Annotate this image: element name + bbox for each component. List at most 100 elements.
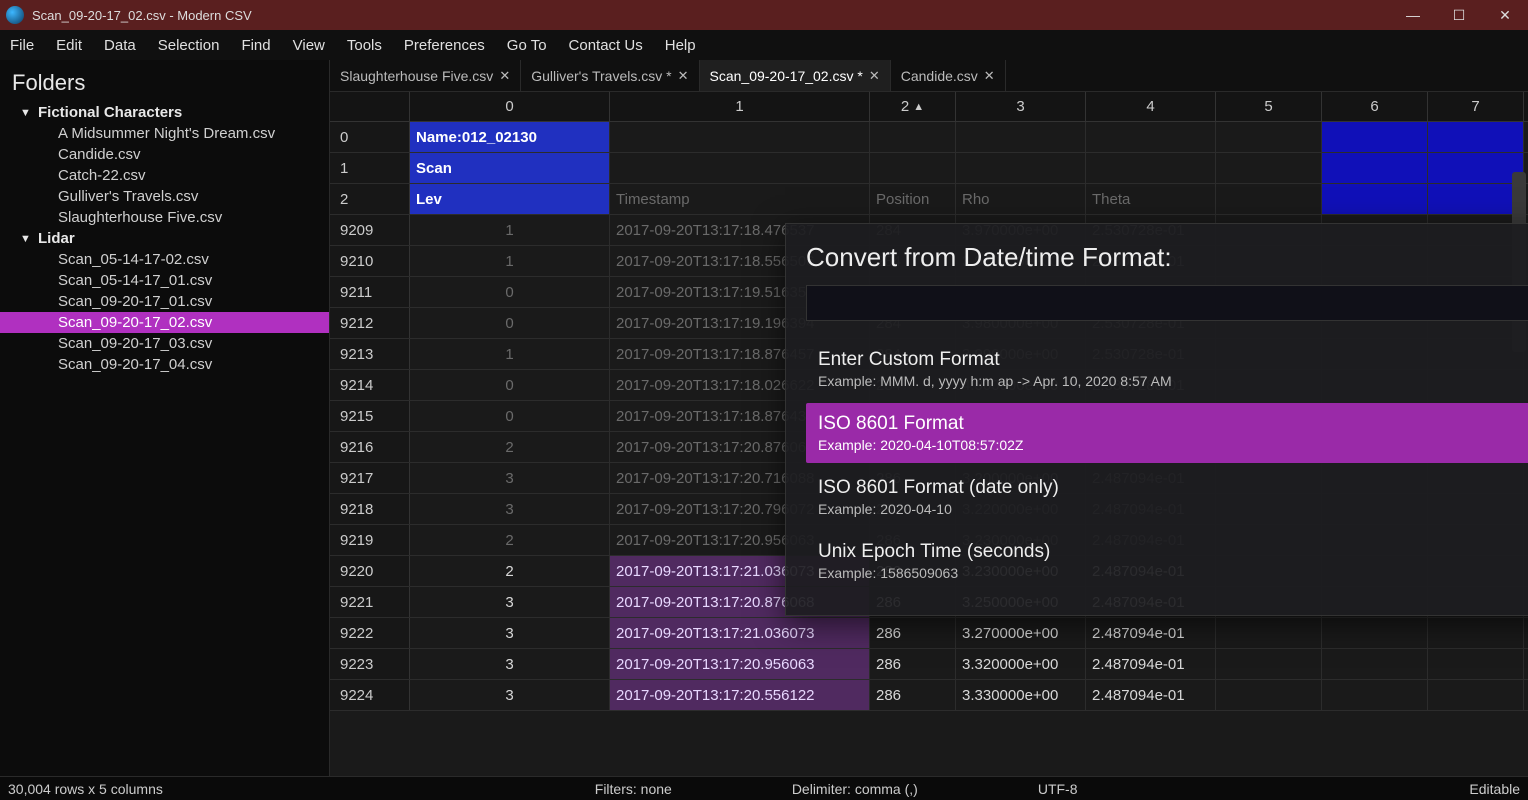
cell[interactable]: 2.487094e-01: [1086, 618, 1216, 648]
row-number[interactable]: 9219: [330, 525, 410, 555]
cell[interactable]: Theta: [1086, 184, 1216, 214]
close-icon[interactable]: ✕: [678, 68, 689, 84]
cell[interactable]: [1322, 122, 1428, 152]
cell[interactable]: 2017-09-20T13:17:21.036073: [610, 618, 870, 648]
cell[interactable]: 286: [870, 618, 956, 648]
menu-tools[interactable]: Tools: [347, 37, 382, 54]
row-number[interactable]: 9221: [330, 587, 410, 617]
cell[interactable]: [1086, 122, 1216, 152]
cell[interactable]: 1: [410, 246, 610, 276]
cell[interactable]: [1216, 680, 1322, 710]
menu-file[interactable]: File: [10, 37, 34, 54]
row-number[interactable]: 9211: [330, 277, 410, 307]
tree-item[interactable]: Scan_05-14-17_01.csv: [0, 270, 329, 291]
folder-fictional-characters[interactable]: ▼Fictional Characters: [0, 102, 329, 123]
cell[interactable]: [1322, 649, 1428, 679]
cell[interactable]: [1428, 649, 1524, 679]
tab[interactable]: Slaughterhouse Five.csv✕: [330, 60, 521, 91]
cell[interactable]: [1216, 618, 1322, 648]
menu-view[interactable]: View: [293, 37, 325, 54]
window-min-button[interactable]: —: [1390, 0, 1436, 30]
column-header[interactable]: 7: [1428, 92, 1524, 121]
row-number[interactable]: 9212: [330, 308, 410, 338]
cell[interactable]: 3: [410, 649, 610, 679]
row-number[interactable]: 9216: [330, 432, 410, 462]
cell[interactable]: [1322, 680, 1428, 710]
tree-item[interactable]: Scan_09-20-17_04.csv: [0, 354, 329, 375]
column-header[interactable]: 0: [410, 92, 610, 121]
cell[interactable]: [1086, 153, 1216, 183]
cell[interactable]: [1216, 184, 1322, 214]
cell[interactable]: Timestamp: [610, 184, 870, 214]
cell[interactable]: [1428, 122, 1524, 152]
row-number[interactable]: 9223: [330, 649, 410, 679]
cell[interactable]: Lev: [410, 184, 610, 214]
row-number[interactable]: 1: [330, 153, 410, 183]
menu-help[interactable]: Help: [665, 37, 696, 54]
cell[interactable]: 286: [870, 649, 956, 679]
row-number[interactable]: 9224: [330, 680, 410, 710]
row-number[interactable]: 9222: [330, 618, 410, 648]
dialog-input[interactable]: [806, 285, 1528, 321]
row-number[interactable]: 9209: [330, 215, 410, 245]
column-header[interactable]: 5: [1216, 92, 1322, 121]
cell[interactable]: [1216, 153, 1322, 183]
tree-item[interactable]: Scan_09-20-17_02.csv: [0, 312, 329, 333]
tree-item[interactable]: Slaughterhouse Five.csv: [0, 207, 329, 228]
cell[interactable]: [1428, 680, 1524, 710]
menu-data[interactable]: Data: [104, 37, 136, 54]
row-number[interactable]: 9220: [330, 556, 410, 586]
cell[interactable]: 1: [410, 339, 610, 369]
menu-preferences[interactable]: Preferences: [404, 37, 485, 54]
tree-item[interactable]: Gulliver's Travels.csv: [0, 186, 329, 207]
column-header[interactable]: 6: [1322, 92, 1428, 121]
tree-item[interactable]: Scan_09-20-17_03.csv: [0, 333, 329, 354]
cell[interactable]: 3: [410, 587, 610, 617]
tab[interactable]: Gulliver's Travels.csv *✕: [521, 60, 699, 91]
column-header[interactable]: 1: [610, 92, 870, 121]
cell[interactable]: 3: [410, 494, 610, 524]
row-number[interactable]: 9218: [330, 494, 410, 524]
cell[interactable]: [1322, 618, 1428, 648]
row-number-header[interactable]: [330, 92, 410, 121]
cell[interactable]: 286: [870, 680, 956, 710]
cell[interactable]: [1216, 122, 1322, 152]
cell[interactable]: [1428, 184, 1524, 214]
dialog-option[interactable]: Enter Custom FormatExample: MMM. d, yyyy…: [806, 339, 1528, 399]
cell[interactable]: [610, 153, 870, 183]
cell[interactable]: 3.320000e+00: [956, 649, 1086, 679]
column-header[interactable]: 4: [1086, 92, 1216, 121]
cell[interactable]: 2.487094e-01: [1086, 680, 1216, 710]
tree-item[interactable]: Scan_05-14-17-02.csv: [0, 249, 329, 270]
dialog-option[interactable]: ISO 8601 Format (date only)Example: 2020…: [806, 467, 1528, 527]
cell[interactable]: [1322, 153, 1428, 183]
tree-item[interactable]: A Midsummer Night's Dream.csv: [0, 123, 329, 144]
cell[interactable]: [956, 122, 1086, 152]
dialog-option[interactable]: Unix Epoch Time (seconds)Example: 158650…: [806, 531, 1528, 591]
tree-item[interactable]: Scan_09-20-17_01.csv: [0, 291, 329, 312]
cell[interactable]: 2: [410, 432, 610, 462]
cell[interactable]: 2: [410, 556, 610, 586]
folder-lidar[interactable]: ▼Lidar: [0, 228, 329, 249]
cell[interactable]: Scan: [410, 153, 610, 183]
cell[interactable]: [1428, 153, 1524, 183]
dialog-option[interactable]: ISO 8601 FormatExample: 2020-04-10T08:57…: [806, 403, 1528, 463]
menu-find[interactable]: Find: [241, 37, 270, 54]
tree-item[interactable]: Candide.csv: [0, 144, 329, 165]
cell[interactable]: 0: [410, 401, 610, 431]
row-number[interactable]: 0: [330, 122, 410, 152]
cell[interactable]: 3: [410, 463, 610, 493]
status-delimiter[interactable]: Delimiter: comma (,): [792, 781, 918, 797]
tree-item[interactable]: Catch-22.csv: [0, 165, 329, 186]
row-number[interactable]: 9215: [330, 401, 410, 431]
cell[interactable]: [1322, 184, 1428, 214]
cell[interactable]: 2017-09-20T13:17:20.556122: [610, 680, 870, 710]
row-number[interactable]: 9214: [330, 370, 410, 400]
cell[interactable]: Name:012_02130: [410, 122, 610, 152]
cell[interactable]: [1428, 618, 1524, 648]
cell[interactable]: 3: [410, 680, 610, 710]
close-icon[interactable]: ✕: [984, 68, 995, 84]
cell[interactable]: 2017-09-20T13:17:20.956063: [610, 649, 870, 679]
tab[interactable]: Scan_09-20-17_02.csv *✕: [700, 60, 891, 91]
close-icon[interactable]: ✕: [499, 68, 510, 84]
